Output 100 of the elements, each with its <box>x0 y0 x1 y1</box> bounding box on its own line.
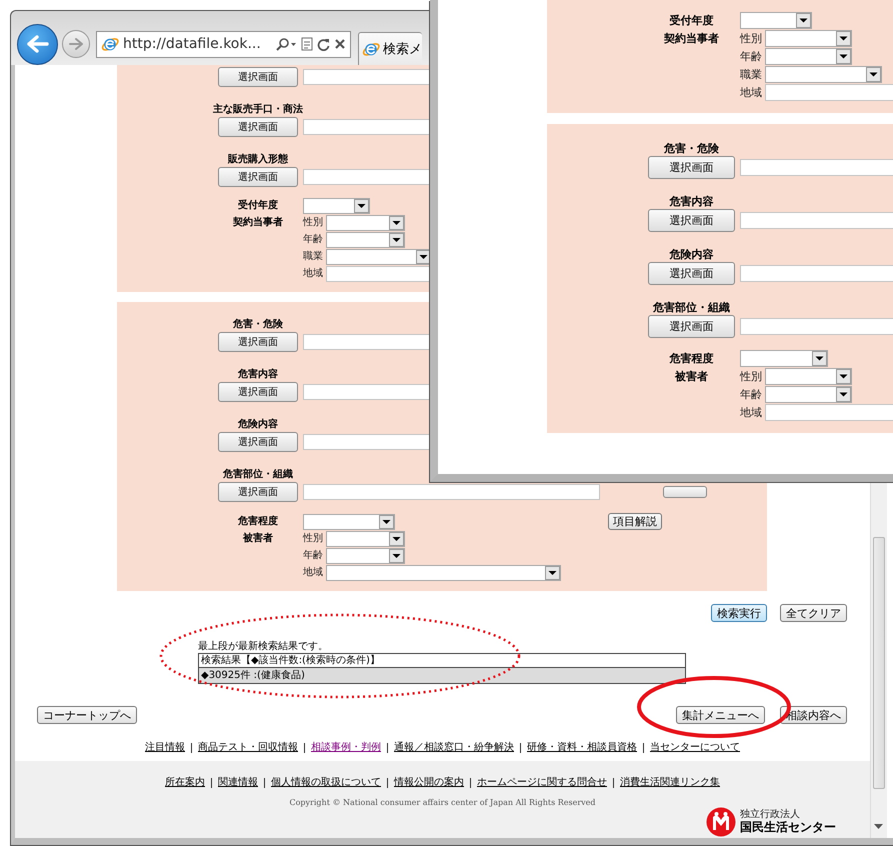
select-screen-button[interactable]: 選択画面 <box>648 262 735 285</box>
clear-button[interactable]: 全てクリア <box>780 604 847 622</box>
close-icon[interactable] <box>334 38 346 50</box>
page-icon[interactable] <box>301 37 313 51</box>
field-label: 危害部位・組織 <box>223 468 293 481</box>
dropdown[interactable] <box>765 368 852 385</box>
search-button[interactable]: 検索実行 <box>711 604 767 622</box>
back-button[interactable] <box>17 24 58 64</box>
nav-button[interactable]: コーナートップへ <box>37 706 137 724</box>
field-label: 性別 <box>303 532 323 546</box>
dropdown[interactable] <box>303 198 370 214</box>
footer-link[interactable]: 所在案内 <box>165 776 205 790</box>
nav-link[interactable]: 注目情報 <box>145 741 185 755</box>
nav-link[interactable]: 商品テスト・回収情報 <box>198 741 298 755</box>
field-label: 年齢 <box>740 49 762 65</box>
dropdown[interactable] <box>765 386 852 403</box>
text-field[interactable] <box>303 384 430 400</box>
caret-icon <box>389 532 404 546</box>
text-field[interactable] <box>303 484 600 500</box>
nav-link[interactable]: 相談事例・判例 <box>311 741 381 755</box>
copyright-text: Copyright © National consumer affairs center of Japan All Rights Reserved <box>289 798 596 807</box>
dropdown[interactable] <box>765 66 882 83</box>
text-field[interactable] <box>326 266 430 282</box>
footer-link[interactable]: 消費生活関連リンク集 <box>620 776 720 790</box>
logo-icon <box>706 807 736 837</box>
field-label: 年齢 <box>303 548 323 563</box>
select-screen-button[interactable]: 選択画面 <box>648 315 735 338</box>
field-label: 性別 <box>303 216 323 230</box>
field-label: 地域 <box>740 85 762 101</box>
table-cell[interactable]: ◆30925件 :(健康食品) <box>199 667 685 683</box>
partial-button[interactable] <box>662 486 706 498</box>
footer-link[interactable]: 情報公開の案内 <box>394 776 464 790</box>
dropdown[interactable] <box>765 48 852 65</box>
field-label: 職業 <box>303 250 323 264</box>
search-icon[interactable] <box>275 37 297 51</box>
nav-link[interactable]: 研修・資料・相談員資格 <box>527 741 637 755</box>
refresh-icon[interactable] <box>317 38 330 50</box>
footer-link[interactable]: 個人情報の取扱について <box>271 776 381 790</box>
caret-icon <box>389 549 404 563</box>
table-cell-text: 検索結果【◆該当件数:(検索時の条件)】 <box>200 654 381 667</box>
select-screen-button[interactable]: 選択画面 <box>218 332 298 352</box>
caret-icon <box>836 31 851 46</box>
text-field[interactable] <box>303 334 430 350</box>
field-label: 被害者 <box>243 531 273 546</box>
select-screen-button[interactable]: 選択画面 <box>218 67 298 87</box>
caret-icon <box>389 233 404 247</box>
browser-icon <box>101 35 119 53</box>
field-label: 危害内容 <box>238 368 278 381</box>
caret-icon <box>812 351 827 366</box>
select-screen-button[interactable]: 選択画面 <box>218 432 298 452</box>
address-bar[interactable]: http://datafile.kok... <box>96 30 351 58</box>
dropdown[interactable] <box>740 350 828 367</box>
dropdown[interactable] <box>326 531 405 547</box>
dropdown[interactable] <box>326 232 405 248</box>
select-screen-button[interactable]: 選択画面 <box>218 382 298 402</box>
down-arrow-icon[interactable] <box>874 824 883 830</box>
field-label: 受付年度 <box>238 199 278 212</box>
caret-icon <box>389 216 404 230</box>
dropdown[interactable] <box>326 548 405 564</box>
field-label: 年齢 <box>303 232 323 247</box>
dropdown[interactable] <box>326 215 405 231</box>
select-screen-button[interactable]: 選択画面 <box>648 209 735 232</box>
text-field[interactable] <box>303 69 430 85</box>
nav-button[interactable]: 集計メニューへ <box>676 706 765 724</box>
results-note: 最上段が最新検索結果です。 <box>198 640 329 653</box>
field-label: 契約当事者 <box>664 31 719 47</box>
forward-button[interactable] <box>62 30 90 58</box>
text-field[interactable] <box>303 119 430 135</box>
help-button[interactable]: 項目解説 <box>608 513 662 530</box>
caret-icon <box>379 514 394 528</box>
select-screen-button[interactable]: 選択画面 <box>218 167 298 187</box>
footer-link[interactable]: ホームページに関する問合せ <box>477 776 607 790</box>
field-label: 職業 <box>740 67 762 83</box>
field-label: 販売購入形態 <box>228 153 288 166</box>
dropdown[interactable] <box>740 12 812 29</box>
field-label: 契約当事者 <box>233 216 283 230</box>
scroll-thumb[interactable] <box>873 537 885 789</box>
dropdown[interactable] <box>326 565 561 581</box>
field-label: 危険内容 <box>670 248 714 261</box>
dropdown[interactable] <box>303 514 395 530</box>
select-screen-button[interactable]: 選択画面 <box>218 117 298 137</box>
field-label: 危害程度 <box>670 352 714 364</box>
field-label: 性別 <box>740 369 762 385</box>
text-field[interactable] <box>303 169 430 185</box>
caret-icon <box>354 199 369 213</box>
nav-link[interactable]: 当センターについて <box>650 741 740 755</box>
text-field[interactable] <box>303 434 430 450</box>
select-screen-button[interactable]: 選択画面 <box>648 156 735 179</box>
nav-link[interactable]: 通報／相談窓口・紛争解決 <box>394 741 514 755</box>
logo-text: 国民生活センター <box>740 820 836 835</box>
field-label: 年齢 <box>740 387 762 403</box>
dropdown[interactable] <box>326 249 432 265</box>
dropdown[interactable] <box>765 30 852 47</box>
caret-icon <box>836 49 851 64</box>
select-screen-button[interactable]: 選択画面 <box>218 482 298 502</box>
browser-tab[interactable]: 検索メ <box>358 32 422 65</box>
caret-icon <box>836 387 851 402</box>
field-label: 地域 <box>303 566 323 580</box>
footer-link[interactable]: 関連情報 <box>218 776 258 790</box>
logo-subtitle: 独立行政法人 <box>740 809 801 820</box>
